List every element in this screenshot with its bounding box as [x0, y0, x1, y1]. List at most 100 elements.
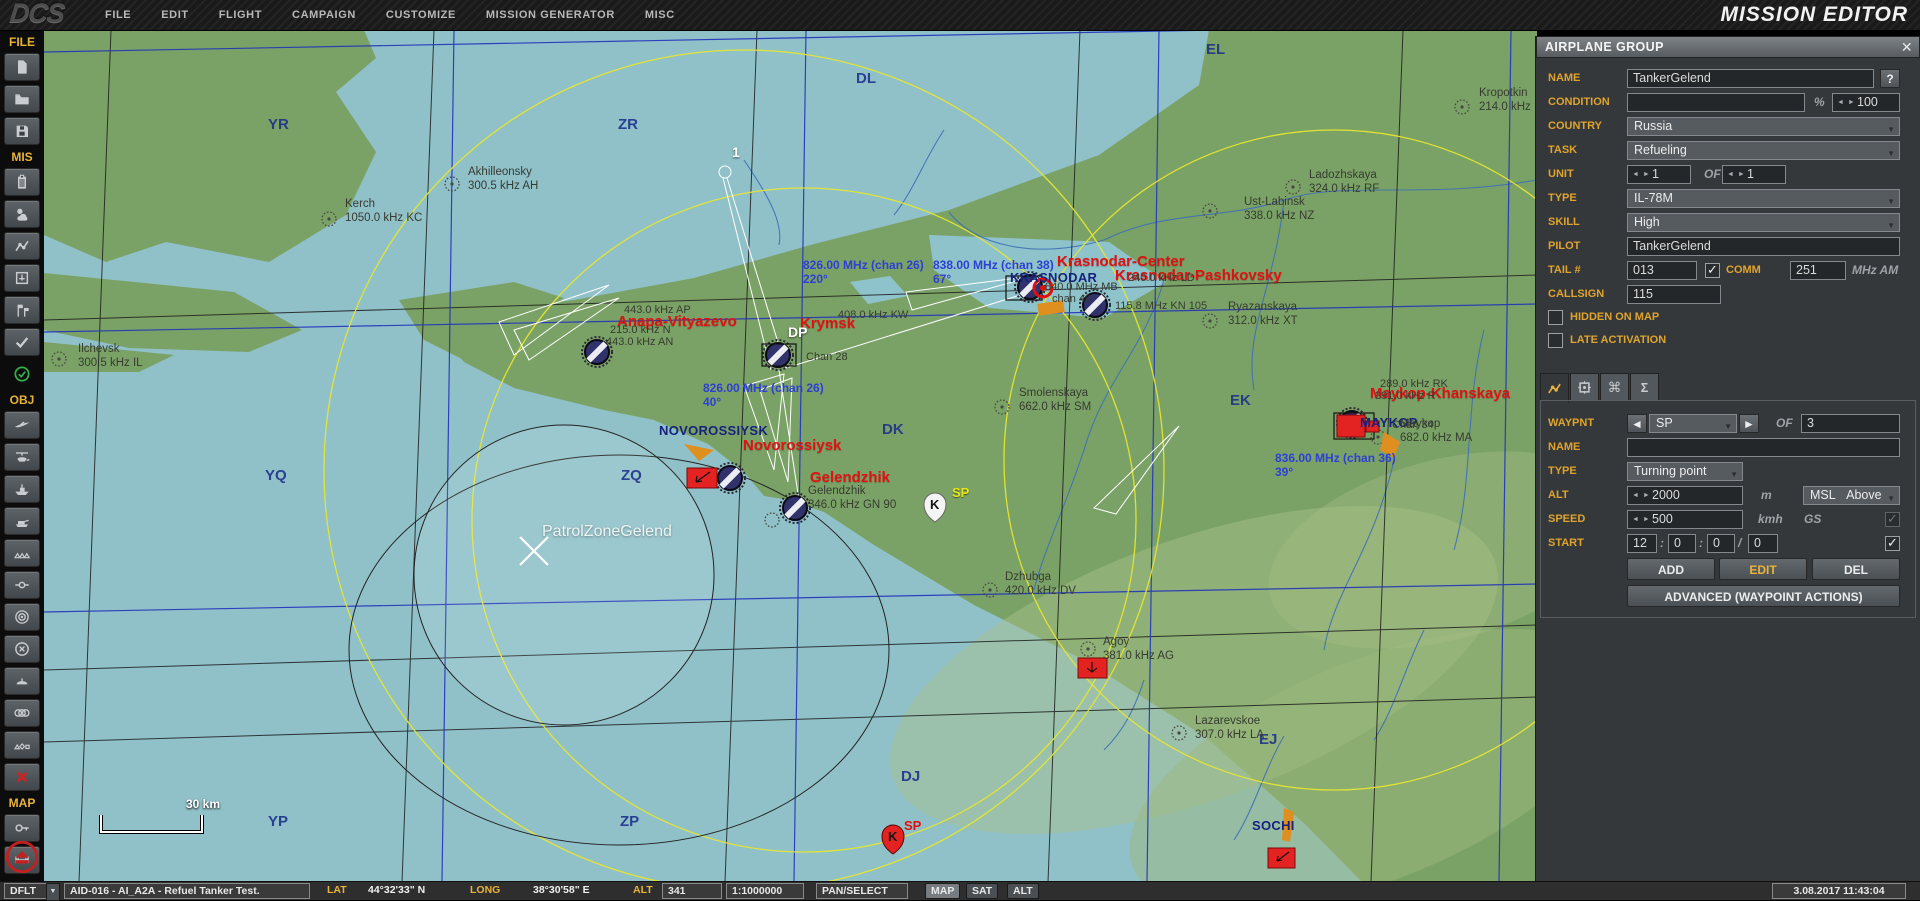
alt-spinner[interactable]: 2000 — [1627, 486, 1743, 505]
help-button[interactable]: ? — [1880, 69, 1900, 88]
mission-options-button[interactable] — [4, 328, 40, 356]
country-select[interactable]: Russia — [1627, 117, 1900, 136]
circles3-icon — [14, 705, 30, 721]
pilot-input[interactable]: TankerGelend — [1627, 237, 1900, 256]
menu-flight[interactable]: FLIGHT — [219, 9, 262, 21]
callsign-input[interactable]: 115 — [1627, 285, 1721, 304]
waypoint-tabs: ⌘Σ — [1540, 373, 1660, 403]
toolbar-section-file: FILE — [0, 35, 44, 49]
add-trigger-zone-button[interactable] — [4, 635, 40, 663]
hidden-on-map-checkbox[interactable] — [1548, 310, 1563, 325]
delete-object-button[interactable] — [4, 763, 40, 791]
name-input[interactable]: TankerGelend — [1627, 69, 1874, 88]
briefing-button[interactable] — [4, 168, 40, 196]
waypoint-next-button[interactable]: ► — [1739, 414, 1759, 433]
advanced-actions-button[interactable]: ADVANCED (WAYPOINT ACTIONS) — [1627, 585, 1900, 607]
type-select[interactable]: IL-78M — [1627, 189, 1900, 208]
tab-payload[interactable]: ⌘ — [1600, 373, 1629, 401]
condition-input[interactable] — [1627, 93, 1805, 112]
menu-edit[interactable]: EDIT — [161, 9, 188, 21]
probability-spinner[interactable]: 100 — [1832, 93, 1900, 112]
waypnt-label: WAYPNT — [1548, 414, 1594, 433]
tank-icon — [14, 513, 30, 529]
percent-label: % — [1814, 93, 1825, 112]
start-time-checkbox[interactable] — [1885, 536, 1900, 551]
start-hours-input[interactable]: 12 — [1627, 534, 1657, 553]
unit-list-button[interactable] — [4, 264, 40, 292]
unit-count-spinner[interactable]: 1 — [1627, 165, 1691, 184]
tab-route[interactable] — [1540, 373, 1569, 403]
tab-summary[interactable]: Σ — [1630, 373, 1659, 401]
hidden-on-map-label: HIDDEN ON MAP — [1570, 308, 1659, 327]
pilot-label: PILOT — [1548, 237, 1580, 256]
toolbar-section-map: MAP — [0, 796, 44, 810]
add-static-button[interactable] — [4, 539, 40, 567]
mission-check-button[interactable] — [4, 360, 40, 388]
weather-button[interactable] — [4, 200, 40, 228]
exit-editor-button[interactable] — [5, 840, 39, 874]
profile-dropdown-icon[interactable]: ▼ — [46, 883, 60, 901]
start-day-input[interactable]: 0 — [1748, 534, 1778, 553]
profile-select[interactable]: DFLT — [4, 883, 50, 899]
late-activation-checkbox[interactable] — [1548, 333, 1563, 348]
add-template-button[interactable] — [4, 699, 40, 727]
frequency-input[interactable]: 251 — [1790, 261, 1846, 280]
gs-label: GS — [1804, 510, 1821, 529]
add-bullseye-button[interactable] — [4, 603, 40, 631]
waypoint-prev-button[interactable]: ◄ — [1627, 414, 1647, 433]
tail-label: TAIL # — [1548, 261, 1581, 280]
add-ship-button[interactable] — [4, 475, 40, 503]
menu-mission-generator[interactable]: MISSION GENERATOR — [486, 9, 615, 21]
route-tool-button[interactable] — [4, 232, 40, 260]
unit-total-spinner[interactable]: 1 — [1722, 165, 1786, 184]
waypoint-select[interactable]: SP — [1649, 414, 1737, 433]
sat-layer-button[interactable]: SAT — [966, 883, 998, 899]
skill-select[interactable]: High — [1627, 213, 1900, 232]
speed-label: SPEED — [1548, 510, 1585, 529]
gs-checkbox — [1885, 512, 1900, 527]
del-waypoint-button[interactable]: DEL — [1812, 558, 1900, 580]
add-farp-button[interactable] — [4, 667, 40, 695]
heli-icon — [14, 449, 30, 465]
name-label: NAME — [1548, 69, 1580, 88]
start-seconds-input[interactable]: 0 — [1707, 534, 1735, 553]
add-waypoint-button[interactable]: ADD — [1627, 558, 1715, 580]
menu-customize[interactable]: CUSTOMIZE — [386, 9, 456, 21]
add-airplane-button[interactable] — [4, 411, 40, 439]
map-key-button[interactable] — [4, 814, 40, 842]
save-mission-button[interactable] — [4, 117, 40, 145]
tab-group[interactable] — [1570, 373, 1599, 401]
of-label: OF — [1704, 165, 1721, 184]
alt-layer-button[interactable]: ALT — [1007, 883, 1039, 899]
add-shapes-button[interactable] — [4, 731, 40, 759]
wp-name-input[interactable] — [1627, 438, 1900, 457]
menu-campaign[interactable]: CAMPAIGN — [292, 9, 356, 21]
add-route-zone-button[interactable] — [4, 571, 40, 599]
skill-label: SKILL — [1548, 213, 1580, 232]
menu-file[interactable]: FILE — [105, 9, 131, 21]
wp-type-select[interactable]: Turning point — [1627, 462, 1743, 481]
add-helicopter-button[interactable] — [4, 443, 40, 471]
panel-title-bar[interactable]: AIRPLANE GROUP ✕ — [1536, 36, 1920, 58]
sep: : — [1699, 534, 1703, 553]
ship-icon — [14, 481, 30, 497]
open-mission-button[interactable] — [4, 85, 40, 113]
goal-flags-button[interactable] — [4, 296, 40, 324]
mission-name-box[interactable]: AID-016 - AI_A2A - Refuel Tanker Test. — [64, 883, 310, 899]
alt-ref-select[interactable]: MSL Above — [1803, 486, 1900, 505]
task-select[interactable]: Refueling — [1627, 141, 1900, 160]
add-vehicle-button[interactable] — [4, 507, 40, 535]
close-icon[interactable]: ✕ — [1901, 37, 1913, 57]
start-minutes-input[interactable]: 0 — [1668, 534, 1696, 553]
comm-checkbox[interactable] — [1705, 263, 1720, 278]
edit-waypoint-button[interactable]: EDIT — [1719, 558, 1807, 580]
map-canvas[interactable]: YRZRDLELYQZQDKEKYPZPDJEJNOVOROSSIYSKKRAS… — [44, 30, 1537, 882]
new-mission-button[interactable] — [4, 53, 40, 81]
svg-text:⌘: ⌘ — [1608, 380, 1622, 395]
speed-spinner[interactable]: 500 — [1627, 510, 1743, 529]
map-layer-button[interactable]: MAP — [925, 883, 960, 899]
mode-box: PAN/SELECT — [816, 883, 908, 899]
menu-misc[interactable]: MISC — [645, 9, 675, 21]
tail-input[interactable]: 013 — [1627, 261, 1697, 280]
alt-label: ALT — [633, 884, 653, 896]
